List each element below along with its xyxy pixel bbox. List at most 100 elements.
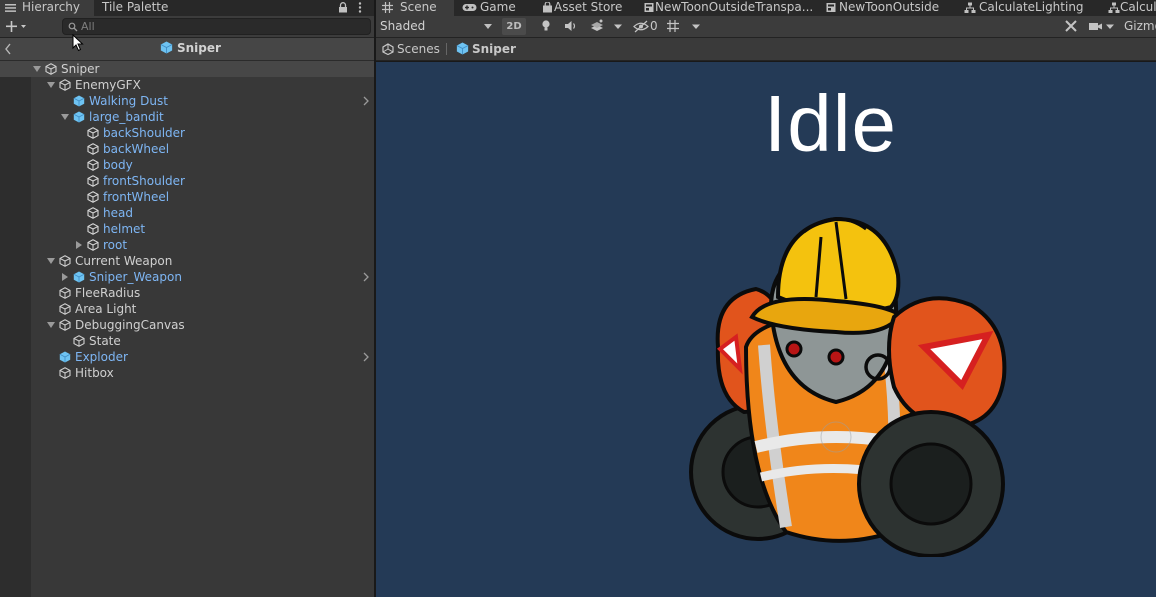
scene-toolbar: Shaded 2D 0 Gizmo xyxy=(376,16,1156,38)
front-shoulder xyxy=(887,296,1007,430)
gameobject-cube-icon xyxy=(73,335,85,347)
gameobject-cube-icon xyxy=(87,223,99,235)
hierarchy-item-backshoulder[interactable]: backShoulder xyxy=(0,125,374,141)
expand-arrow-icon[interactable] xyxy=(33,65,41,73)
tab-newtoonoutsidetranspa[interactable]: NewToonOutsideTranspa... xyxy=(638,0,818,16)
gameobject-cube-icon xyxy=(87,239,99,251)
hierarchy-search-field[interactable] xyxy=(62,18,371,35)
subgraph-icon xyxy=(1108,2,1120,13)
hierarchy-item-walking-dust[interactable]: Walking Dust xyxy=(0,93,374,109)
hierarchy-item-label: Exploder xyxy=(75,350,128,364)
hierarchy-item-label: large_bandit xyxy=(89,110,164,124)
chevron-down-icon[interactable] xyxy=(692,18,700,35)
collapse-arrow-icon[interactable] xyxy=(75,241,83,249)
grid-icon xyxy=(382,2,393,13)
add-object-button[interactable] xyxy=(4,18,32,35)
hierarchy-item-sniper[interactable]: Sniper xyxy=(0,61,374,77)
tab-calcul[interactable]: Calcul xyxy=(1102,0,1156,16)
hidden-objects-icon[interactable] xyxy=(633,18,649,35)
hierarchy-item-current-weapon[interactable]: Current Weapon xyxy=(0,253,374,269)
hierarchy-item-label: Walking Dust xyxy=(89,94,168,108)
hierarchy-item-state[interactable]: State xyxy=(0,333,374,349)
hierarchy-item-enemygfx[interactable]: EnemyGFX xyxy=(0,77,374,93)
shader-graph-icon xyxy=(644,3,654,12)
hierarchy-item-hitbox[interactable]: Hitbox xyxy=(0,365,374,381)
hierarchy-tab-bar: Hierarchy Tile Palette xyxy=(0,0,374,16)
hierarchy-item-exploder[interactable]: Exploder xyxy=(0,349,374,365)
tab-asset-store-label: Asset Store xyxy=(554,0,623,14)
prefab-title: Sniper xyxy=(160,41,221,55)
front-wheel xyxy=(857,410,1005,557)
tools-icon[interactable] xyxy=(1064,18,1078,35)
list-icon xyxy=(5,4,16,12)
shopping-bag-icon xyxy=(543,2,552,13)
hierarchy-item-area-light[interactable]: Area Light xyxy=(0,301,374,317)
gameobject-cube-icon xyxy=(45,63,57,75)
unity-logo-icon xyxy=(382,43,394,56)
scene-panel: Scene Game Asset Store NewToonOutsideTra… xyxy=(376,0,1156,597)
expand-arrow-icon[interactable] xyxy=(47,257,55,265)
breadcrumb-sniper[interactable]: Sniper xyxy=(456,42,516,56)
more-options-icon[interactable] xyxy=(356,1,364,14)
prefab-title-label: Sniper xyxy=(177,41,221,55)
hierarchy-item-label: Current Weapon xyxy=(75,254,173,268)
open-prefab-chevron-icon[interactable] xyxy=(363,96,369,106)
open-prefab-chevron-icon[interactable] xyxy=(363,272,369,282)
expand-arrow-icon[interactable] xyxy=(47,81,55,89)
gameobject-cube-icon xyxy=(87,175,99,187)
gizmos-dropdown[interactable]: Gizmo xyxy=(1124,19,1156,33)
lock-icon[interactable] xyxy=(338,2,348,13)
hierarchy-item-body[interactable]: body xyxy=(0,157,374,173)
hierarchy-item-head[interactable]: head xyxy=(0,205,374,221)
hierarchy-item-helmet[interactable]: helmet xyxy=(0,221,374,237)
hierarchy-item-label: Sniper xyxy=(61,62,100,76)
tab-hierarchy[interactable]: Hierarchy xyxy=(0,0,94,16)
search-icon xyxy=(68,22,78,32)
breadcrumb-scenes[interactable]: Scenes xyxy=(382,42,440,56)
open-prefab-chevron-icon[interactable] xyxy=(363,352,369,362)
prefab-cube-icon xyxy=(160,41,173,54)
hierarchy-item-frontwheel[interactable]: frontWheel xyxy=(0,189,374,205)
hierarchy-item-label: EnemyGFX xyxy=(75,78,141,92)
gamepad-icon xyxy=(462,4,477,11)
audio-toggle-icon[interactable] xyxy=(564,18,578,35)
mouse-cursor-icon xyxy=(72,34,84,52)
tab-scene-label: Scene xyxy=(400,0,437,14)
shading-mode-dropdown[interactable]: Shaded xyxy=(376,17,496,36)
hierarchy-item-backwheel[interactable]: backWheel xyxy=(0,141,374,157)
subgraph-icon xyxy=(964,2,976,13)
expand-arrow-icon[interactable] xyxy=(47,321,55,329)
collapse-arrow-icon[interactable] xyxy=(61,273,69,281)
tab-game[interactable]: Game xyxy=(456,0,542,16)
prefab-breadcrumb: Sniper xyxy=(0,38,374,61)
tab-tile-palette[interactable]: Tile Palette xyxy=(94,0,174,16)
hierarchy-item-label: frontShoulder xyxy=(103,174,185,188)
2d-mode-button[interactable]: 2D xyxy=(502,18,526,35)
tab-newtoonoutside[interactable]: NewToonOutside xyxy=(820,0,956,16)
hierarchy-item-label: Area Light xyxy=(75,302,137,316)
chevron-down-icon[interactable] xyxy=(614,18,622,35)
breadcrumb-scenes-label: Scenes xyxy=(397,42,440,56)
expand-arrow-icon[interactable] xyxy=(61,113,69,121)
hierarchy-item-frontshoulder[interactable]: frontShoulder xyxy=(0,173,374,189)
hierarchy-item-sniper-weapon[interactable]: Sniper_Weapon xyxy=(0,269,374,285)
search-input[interactable] xyxy=(81,19,361,34)
prefab-cube-icon xyxy=(456,42,469,55)
tab-asset-store[interactable]: Asset Store xyxy=(536,0,642,16)
hierarchy-item-fleeradius[interactable]: FleeRadius xyxy=(0,285,374,301)
lighting-toggle-icon[interactable] xyxy=(540,18,552,35)
hierarchy-item-large-bandit[interactable]: large_bandit xyxy=(0,109,374,125)
grid-snap-icon[interactable] xyxy=(666,18,680,35)
hierarchy-item-root[interactable]: root xyxy=(0,237,374,253)
hierarchy-item-debuggingcanvas[interactable]: DebuggingCanvas xyxy=(0,317,374,333)
effects-toggle-icon[interactable] xyxy=(590,18,604,35)
tab-calculatelighting[interactable]: CalculateLighting xyxy=(958,0,1100,16)
scene-viewport[interactable]: Idle xyxy=(376,62,1156,597)
back-arrow-icon[interactable] xyxy=(4,43,12,55)
gameobject-cube-icon xyxy=(59,287,71,299)
prefab-cube-icon xyxy=(73,95,85,107)
camera-icon[interactable] xyxy=(1088,18,1116,35)
tab-scene[interactable]: Scene xyxy=(376,0,454,16)
hierarchy-item-label: head xyxy=(103,206,133,220)
hierarchy-item-label: root xyxy=(103,238,128,252)
